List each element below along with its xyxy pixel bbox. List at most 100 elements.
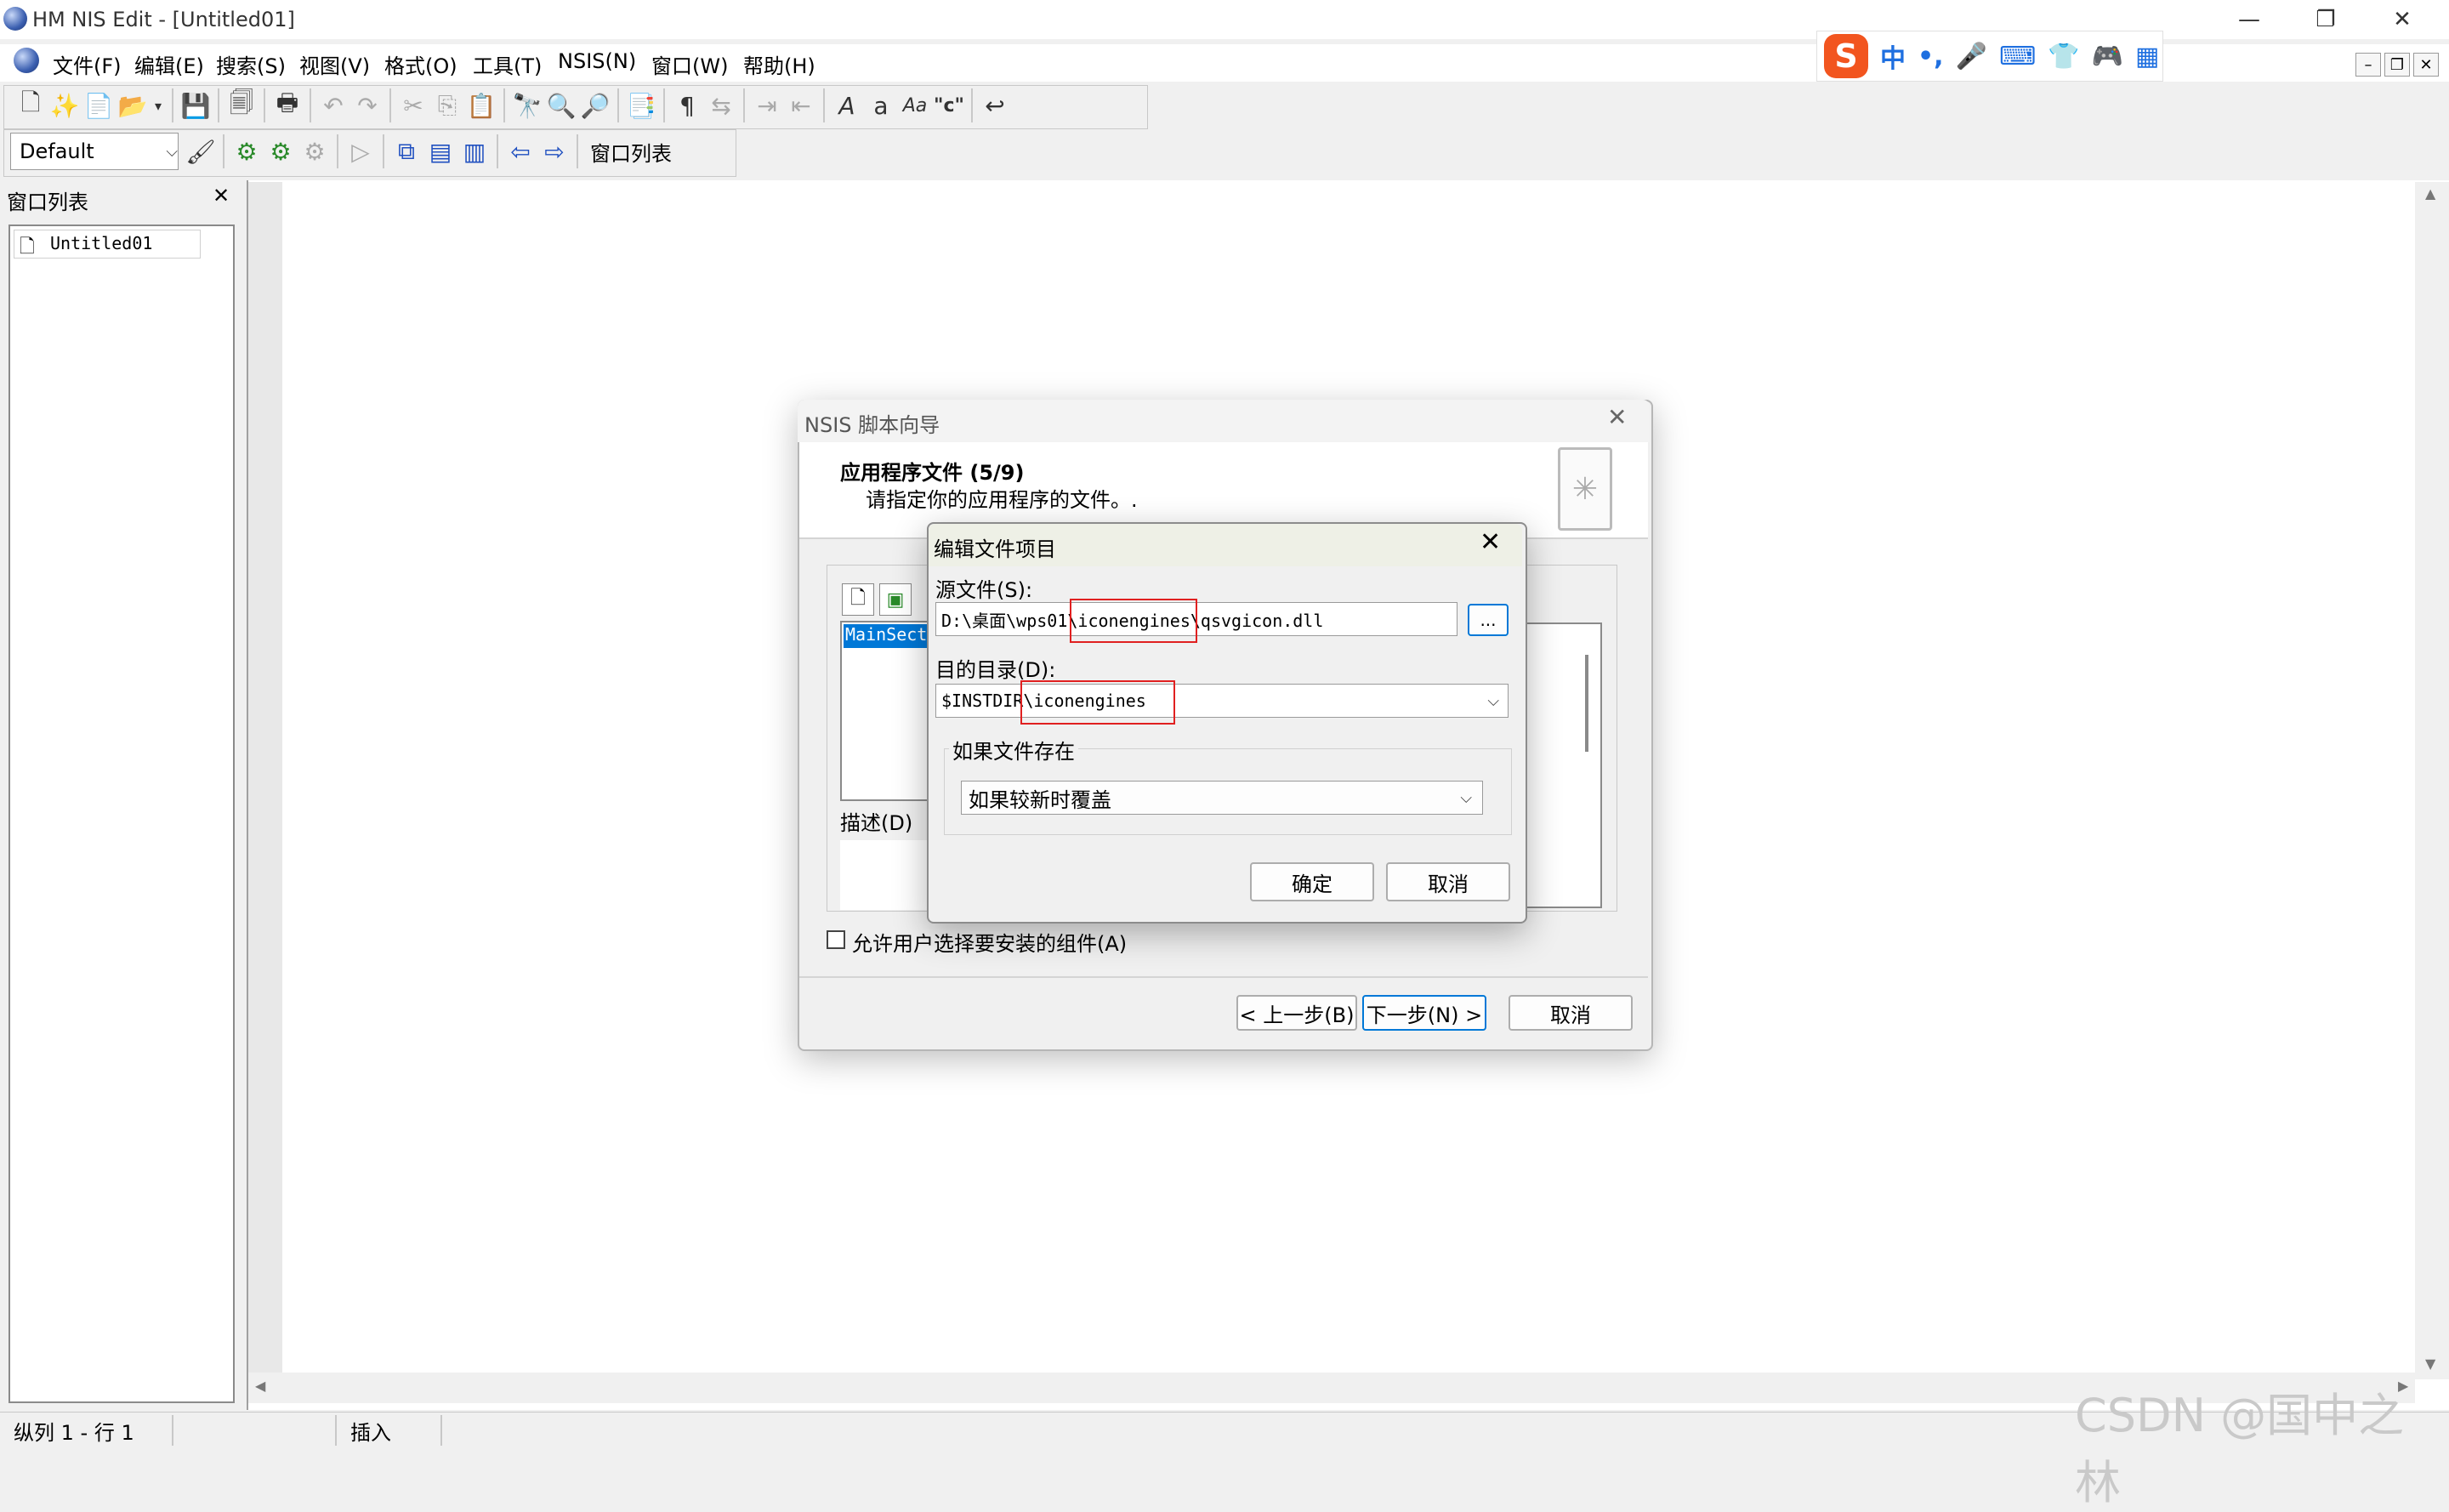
outdent-icon[interactable]: ⇤	[784, 88, 818, 122]
copy-icon[interactable]: ⎘	[430, 88, 464, 122]
pilcrow-icon[interactable]: ¶	[670, 88, 704, 122]
wizard-page-icon: ✳	[1558, 447, 1612, 531]
restore-button[interactable]: ❐	[2287, 0, 2364, 39]
compile-run-icon[interactable]: ⚙	[264, 134, 298, 168]
menu-edit[interactable]: 编辑(E)	[134, 49, 204, 79]
menu-search[interactable]: 搜索(S)	[216, 49, 286, 79]
save-icon[interactable]: 💾	[179, 88, 213, 122]
menu-globe-icon[interactable]	[14, 48, 39, 73]
file-name: Untitled01	[50, 233, 153, 253]
wizard-close-icon[interactable]: ✕	[1607, 403, 1627, 431]
find-icon[interactable]: 🔭	[510, 88, 544, 122]
highlight-box-source	[1070, 599, 1197, 643]
back-button[interactable]: < 上一步(B)	[1236, 995, 1357, 1031]
menu-tools[interactable]: 工具(T)	[473, 49, 542, 79]
print-icon[interactable]: 🖶	[270, 88, 304, 122]
ime-toolbar: S 中 •, 🎤 ⌨ 👕 🎮 ▦	[1816, 31, 2163, 82]
redo-icon[interactable]: ↷	[350, 88, 384, 122]
document-icon: 🗋	[20, 236, 35, 258]
stop-compile-icon[interactable]: ⚙	[298, 134, 332, 168]
next-window-icon[interactable]: ⇨	[537, 134, 571, 168]
style-value: Default	[20, 139, 94, 163]
style-edit-icon[interactable]: 🖌	[184, 134, 218, 168]
run-icon[interactable]: ▷	[344, 134, 378, 168]
paste-icon[interactable]: 📋	[464, 88, 498, 122]
vertical-scrollbar[interactable]: ▲ ▼	[2415, 182, 2449, 1379]
browse-button[interactable]: ...	[1468, 604, 1509, 636]
status-mode: 插入	[335, 1415, 442, 1446]
replace-icon[interactable]: 🔎	[578, 88, 612, 122]
goto-icon[interactable]: 📑	[624, 88, 658, 122]
menu-window[interactable]: 窗口(W)	[651, 49, 728, 79]
gamepad-icon[interactable]: 🎮	[2092, 42, 2123, 71]
tile-vertical-icon[interactable]: ▥	[457, 134, 492, 168]
ime-punct-toggle[interactable]: •,	[1918, 42, 1944, 71]
cascade-icon[interactable]: ⧉	[389, 134, 423, 168]
template-icon[interactable]: 📄	[82, 88, 116, 122]
style-combobox[interactable]: Default ⌵	[10, 133, 179, 170]
overwrite-select[interactable]: 如果较新时覆盖 ⌵	[961, 781, 1483, 815]
minimize-button[interactable]: —	[2211, 0, 2287, 39]
mdi-restore-button[interactable]: ❐	[2384, 53, 2410, 77]
quote-icon[interactable]: "c"	[932, 88, 966, 122]
menu-nsis[interactable]: NSIS(N)	[558, 49, 636, 73]
font-icon[interactable]: A	[830, 88, 864, 122]
edit-dialog-close-icon[interactable]: ✕	[1480, 527, 1501, 557]
skin-icon[interactable]: 👕	[2048, 42, 2079, 71]
source-label: 源文件(S):	[935, 578, 1033, 602]
lowercase-icon[interactable]: a	[864, 88, 898, 122]
menu-help[interactable]: 帮助(H)	[743, 49, 815, 79]
tile-horizontal-icon[interactable]: ▤	[423, 134, 457, 168]
window-list-button[interactable]: 窗口列表	[583, 137, 679, 167]
status-position: 纵列 1 - 行 1	[0, 1415, 173, 1446]
scroll-down-icon[interactable]: ▼	[2425, 1356, 2435, 1372]
mdi-close-button[interactable]: ✕	[2413, 53, 2439, 77]
apps-grid-icon[interactable]: ▦	[2135, 42, 2159, 71]
undo-icon[interactable]: ↶	[316, 88, 350, 122]
if-exists-label: 如果文件存在	[949, 735, 1078, 765]
text-style-icon[interactable]: Aa	[898, 88, 932, 122]
scroll-left-icon[interactable]: ◀	[255, 1378, 265, 1394]
editor-gutter	[248, 182, 282, 1379]
chevron-down-icon: ⌵	[1460, 788, 1472, 807]
dest-label: 目的目录(D):	[935, 658, 1056, 682]
word-wrap-icon[interactable]: ↩	[978, 88, 1012, 122]
edit-cancel-button[interactable]: 取消	[1386, 862, 1510, 901]
wizard-title: NSIS 脚本向导	[804, 413, 940, 437]
wizard-cancel-button[interactable]: 取消	[1509, 995, 1633, 1031]
new-section-icon[interactable]: 🗋	[842, 583, 874, 616]
open-dropdown-icon[interactable]: ▾	[150, 88, 167, 122]
menu-format[interactable]: 格式(O)	[384, 49, 457, 79]
prev-window-icon[interactable]: ⇦	[503, 134, 537, 168]
window-title: HM NIS Edit - [Untitled01]	[32, 8, 295, 31]
list-item[interactable]: 🗋 Untitled01	[14, 230, 201, 259]
add-file-icon[interactable]: ▣	[879, 583, 912, 616]
save-all-icon[interactable]: 🗐	[224, 88, 259, 122]
description-label: 描述(D)	[840, 811, 913, 835]
sogou-logo-icon[interactable]: S	[1824, 34, 1868, 78]
microphone-icon[interactable]: 🎤	[1956, 42, 1987, 71]
wrap-icon[interactable]: ⇆	[704, 88, 738, 122]
find-next-icon[interactable]: 🔍	[544, 88, 578, 122]
mdi-minimize-button[interactable]: –	[2355, 53, 2381, 77]
chevron-down-icon: ⌵	[166, 142, 178, 161]
wizard-divider	[799, 976, 1648, 978]
new-file-icon[interactable]: 🗋	[14, 88, 48, 122]
panel-close-icon[interactable]: ✕	[213, 184, 230, 207]
keyboard-icon[interactable]: ⌨	[1999, 42, 2036, 71]
menu-view[interactable]: 视图(V)	[299, 49, 370, 79]
close-button[interactable]: ✕	[2364, 0, 2440, 39]
wizard-icon[interactable]: ✨	[48, 88, 82, 122]
indent-icon[interactable]: ⇥	[750, 88, 784, 122]
compile-icon[interactable]: ⚙	[230, 134, 264, 168]
next-button[interactable]: 下一步(N) >	[1362, 995, 1486, 1031]
ok-button[interactable]: 确定	[1250, 862, 1374, 901]
ime-lang-toggle[interactable]: 中	[1880, 37, 1906, 75]
menu-file[interactable]: 文件(F)	[53, 49, 122, 79]
scroll-up-icon[interactable]: ▲	[2425, 185, 2435, 202]
allow-select-checkbox[interactable]	[827, 930, 845, 949]
open-folder-icon[interactable]: 📂	[116, 88, 150, 122]
panel-title: 窗口列表	[7, 190, 88, 214]
files-list-scroll-thumb[interactable]	[1585, 655, 1588, 752]
cut-icon[interactable]: ✂	[396, 88, 430, 122]
